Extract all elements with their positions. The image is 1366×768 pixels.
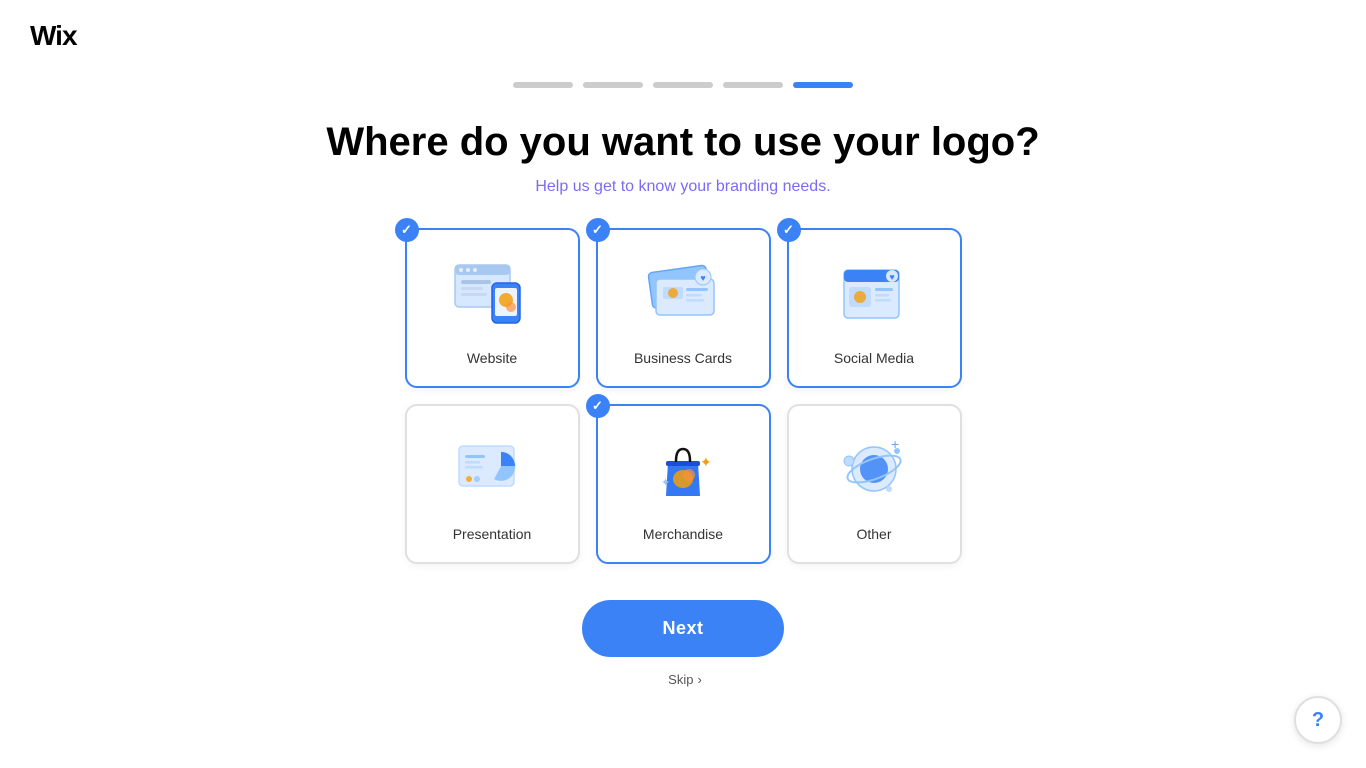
progress-seg-2: [583, 82, 643, 88]
svg-text:♥: ♥: [889, 272, 894, 282]
skip-link[interactable]: Skip ›: [0, 671, 1366, 688]
skip-arrow: ›: [697, 672, 701, 687]
presentation-label: Presentation: [453, 526, 532, 542]
social-media-icon: ♥: [829, 250, 919, 340]
business-cards-label: Business Cards: [634, 350, 732, 366]
option-other[interactable]: ✓ + Other: [787, 404, 962, 564]
option-website[interactable]: ✓ Website: [405, 228, 580, 388]
page-subtitle: Help us get to know your branding needs.: [0, 178, 1366, 196]
help-label: ?: [1312, 709, 1324, 732]
svg-text:✦: ✦: [700, 454, 712, 470]
merchandise-icon: ✦ ✦: [638, 426, 728, 516]
next-button[interactable]: Next: [582, 600, 783, 657]
help-button[interactable]: ?: [1294, 696, 1342, 744]
page-title: Where do you want to use your logo?: [0, 118, 1366, 166]
svg-text:✦: ✦: [661, 477, 670, 489]
progress-seg-1: [513, 82, 573, 88]
svg-text:+: +: [891, 436, 899, 452]
other-icon: +: [829, 426, 919, 516]
title-area: Where do you want to use your logo? Help…: [0, 118, 1366, 196]
website-icon: [447, 250, 537, 340]
progress-seg-4: [723, 82, 783, 88]
checkmark-merchandise: ✓: [586, 394, 610, 418]
skip-label: Skip: [668, 672, 693, 687]
business-cards-icon: ♥: [638, 250, 728, 340]
checkmark-business-cards: ✓: [586, 218, 610, 242]
checkmark-social-media: ✓: [777, 218, 801, 242]
progress-seg-5: [793, 82, 853, 88]
options-grid: ✓ Website ✓: [0, 228, 1366, 564]
social-media-label: Social Media: [834, 350, 914, 366]
svg-text:♥: ♥: [700, 273, 705, 283]
option-social-media[interactable]: ✓ ♥ Social Media: [787, 228, 962, 388]
website-label: Website: [467, 350, 517, 366]
other-label: Other: [856, 526, 891, 542]
presentation-icon: [447, 426, 537, 516]
wix-logo: Wix: [30, 20, 77, 52]
checkmark-website: ✓: [395, 218, 419, 242]
option-business-cards[interactable]: ✓ ♥ Business Cards: [596, 228, 771, 388]
progress-bar: [0, 82, 1366, 88]
progress-seg-3: [653, 82, 713, 88]
option-presentation[interactable]: ✓ Presentation: [405, 404, 580, 564]
header: Wix: [0, 0, 1366, 72]
option-merchandise[interactable]: ✓ ✦ ✦ Merchandise: [596, 404, 771, 564]
merchandise-label: Merchandise: [643, 526, 723, 542]
